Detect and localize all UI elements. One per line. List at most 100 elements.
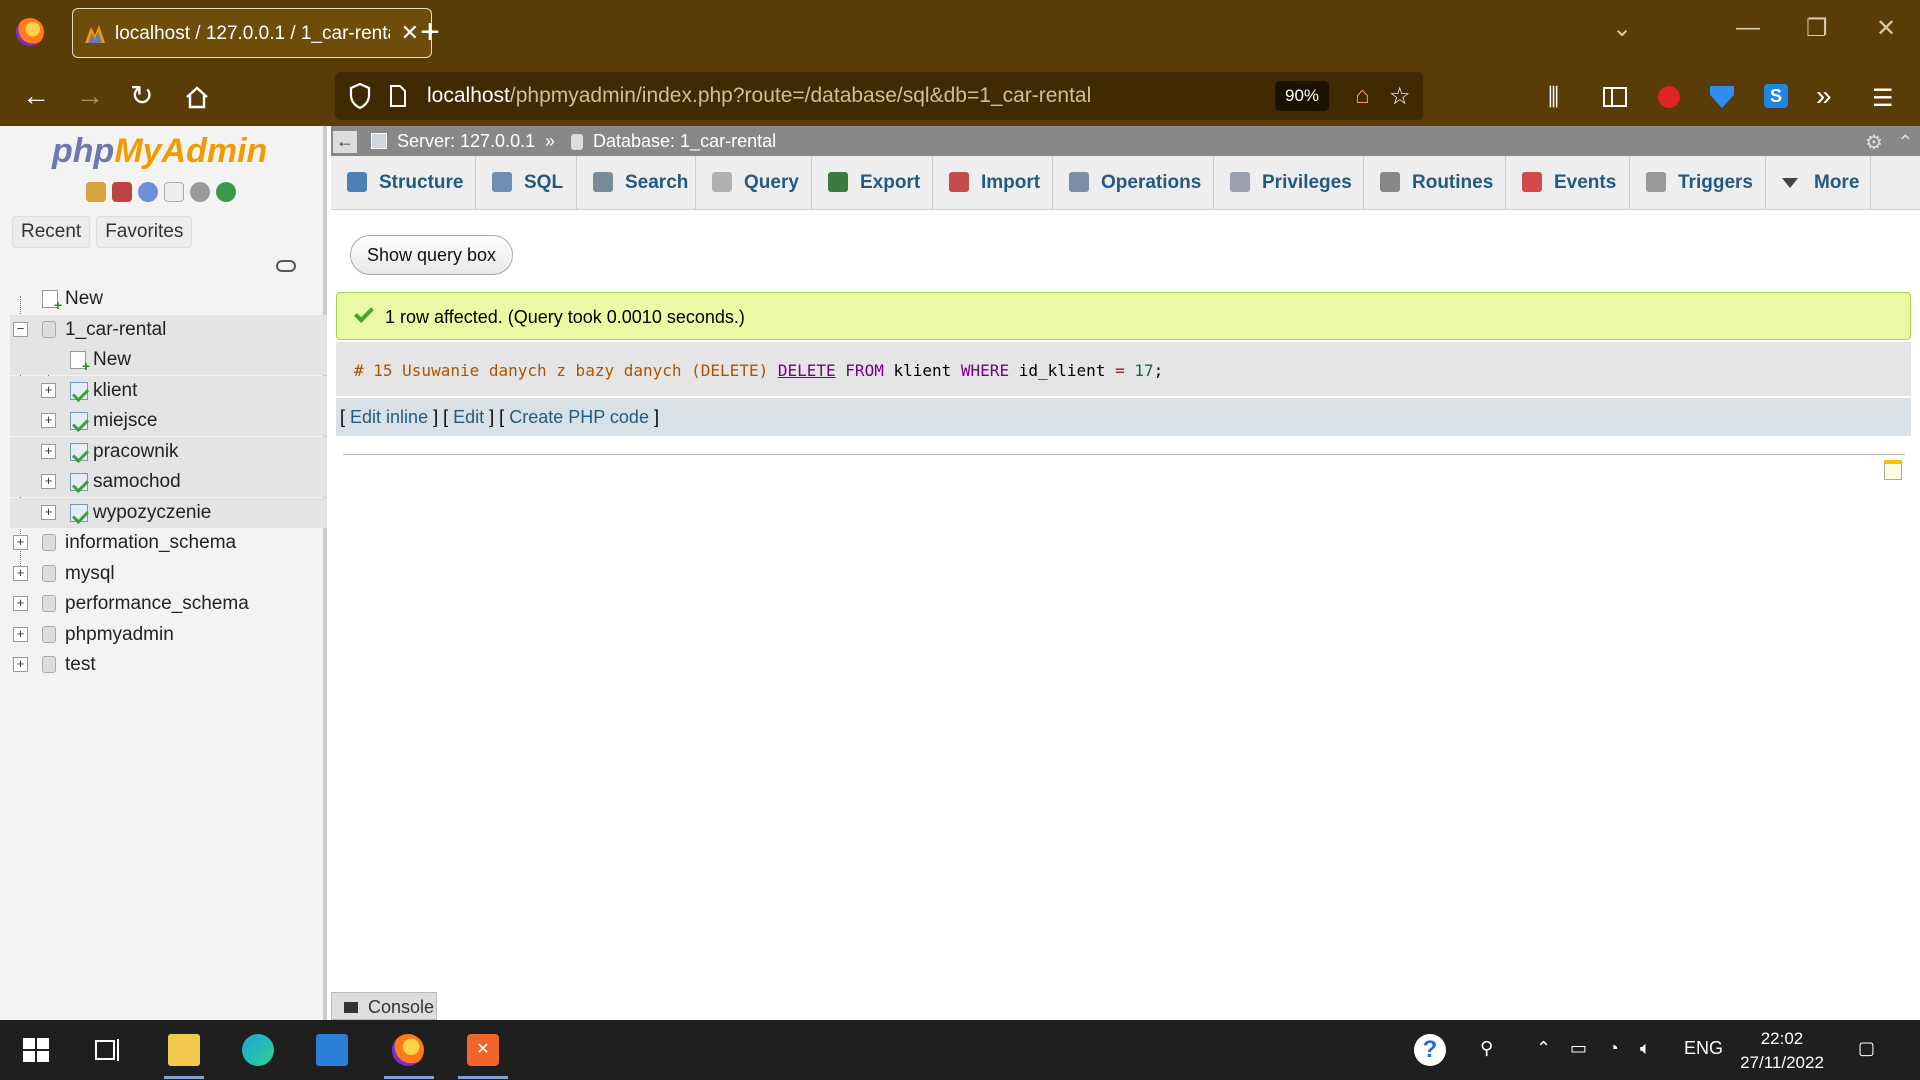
home-icon[interactable] xyxy=(86,182,106,202)
expand-icon[interactable]: + xyxy=(13,657,28,672)
back-icon[interactable]: ← xyxy=(22,80,50,112)
list-tabs-icon[interactable]: ⌄ xyxy=(1612,14,1632,43)
create-php-code-link[interactable]: Create PHP code xyxy=(509,407,649,427)
expand-icon[interactable]: + xyxy=(13,535,28,550)
mail-icon[interactable] xyxy=(316,1034,348,1066)
tab-privileges[interactable]: Privileges xyxy=(1214,156,1364,210)
file-explorer-icon[interactable] xyxy=(168,1034,200,1066)
tree-table-item[interactable]: + samochod xyxy=(10,467,327,497)
edge-icon[interactable] xyxy=(242,1034,274,1066)
expand-icon[interactable]: + xyxy=(41,443,56,459)
expand-icon[interactable]: + xyxy=(13,565,28,581)
minimize-icon[interactable]: — xyxy=(1736,14,1760,42)
tree-database-item[interactable]: + performance_schema xyxy=(10,589,327,619)
clock[interactable]: 22:02 27/11/2022 xyxy=(1736,1027,1828,1075)
sidebar-toggle-icon[interactable] xyxy=(1602,86,1628,108)
notifications-icon[interactable]: ▢ xyxy=(1858,1038,1875,1059)
expand-icon[interactable]: + xyxy=(13,626,28,642)
battery-icon[interactable]: ▭ xyxy=(1570,1038,1587,1059)
expand-icon[interactable]: + xyxy=(41,474,56,489)
link-with-main-icon[interactable] xyxy=(276,260,296,272)
firefox-taskbar-icon[interactable] xyxy=(392,1034,424,1066)
new-tab-icon[interactable]: + xyxy=(420,15,440,49)
tab-events[interactable]: Events xyxy=(1506,156,1630,210)
tab-routines[interactable]: Routines xyxy=(1364,156,1506,210)
help-icon[interactable]: ? xyxy=(1414,1034,1446,1066)
tree-table-item[interactable]: + klient xyxy=(10,375,327,406)
s-extension-icon[interactable]: S xyxy=(1764,84,1788,108)
tree-database-item[interactable]: − 1_car-rental xyxy=(10,314,327,345)
lock-extension-icon[interactable] xyxy=(1658,86,1680,108)
tree-database-item[interactable]: + information_schema xyxy=(10,528,327,558)
page-info-icon[interactable] xyxy=(389,84,407,108)
breadcrumb-database[interactable]: Database: 1_car-rental xyxy=(593,131,776,152)
show-hidden-icons-chevron-icon[interactable]: ⌃ xyxy=(1536,1038,1551,1059)
firefox-icon[interactable] xyxy=(16,18,44,46)
expand-icon[interactable]: + xyxy=(13,596,28,611)
close-window-icon[interactable]: ✕ xyxy=(1876,14,1896,43)
edit-link[interactable]: Edit xyxy=(453,407,484,427)
tree-database-item[interactable]: + mysql xyxy=(10,559,327,589)
breadcrumb-server[interactable]: Server: 127.0.0.1 xyxy=(397,131,535,152)
bookmark-star-icon[interactable]: ☆ xyxy=(1389,82,1411,111)
tab-triggers[interactable]: Triggers xyxy=(1630,156,1766,210)
library-icon[interactable]: ⫼ xyxy=(1548,84,1559,112)
windows-start-icon[interactable] xyxy=(20,1034,52,1066)
close-tab-icon[interactable]: ✕ xyxy=(401,20,419,46)
help-icon[interactable] xyxy=(138,182,158,202)
tab-sql[interactable]: SQL xyxy=(476,156,577,210)
xampp-icon[interactable]: ✕ xyxy=(467,1034,499,1066)
tab-export[interactable]: Export xyxy=(812,156,933,210)
settings-gear-icon[interactable]: ⚙ xyxy=(1865,130,1883,155)
tree-new-item[interactable]: New xyxy=(10,345,327,375)
docs-icon[interactable] xyxy=(164,182,184,202)
bookmark-note-icon[interactable] xyxy=(1884,460,1902,480)
tab-query[interactable]: Query xyxy=(696,156,812,210)
home-icon[interactable] xyxy=(184,84,210,110)
settings-gear-icon[interactable] xyxy=(190,182,210,202)
favorites-button[interactable]: Favorites xyxy=(96,216,193,248)
volume-icon[interactable]: 🔈︎ xyxy=(1640,1038,1651,1059)
collapse-top-icon[interactable]: ⌃ xyxy=(1897,130,1914,155)
wifi-icon[interactable]: ◔ xyxy=(1608,1038,1619,1059)
console-toggle[interactable]: Console xyxy=(331,992,437,1020)
tab-structure[interactable]: Structure xyxy=(331,156,476,210)
tracking-shield-icon[interactable] xyxy=(349,82,371,110)
recent-button[interactable]: Recent xyxy=(12,216,91,248)
logout-icon[interactable] xyxy=(112,182,132,202)
language-indicator[interactable]: ENG xyxy=(1684,1038,1723,1059)
forward-icon[interactable]: → xyxy=(76,80,104,112)
tree-database-item[interactable]: + test xyxy=(10,650,327,680)
url-text[interactable]: localhost/phpmyadmin/index.php?route=/da… xyxy=(427,84,1091,108)
tab-operations[interactable]: Operations xyxy=(1053,156,1214,210)
sql-keyword-delete[interactable]: DELETE xyxy=(778,361,836,380)
phpmyadmin-logo[interactable]: phpMyAdmin xyxy=(52,132,267,171)
tree-table-item[interactable]: + miejsce xyxy=(10,406,327,436)
restore-icon[interactable]: ❐ xyxy=(1806,14,1828,43)
browser-tab[interactable]: localhost / 127.0.0.1 / 1_car-rental ✕ xyxy=(72,8,432,58)
tree-table-item[interactable]: + wypozyczenie xyxy=(10,497,327,528)
reload-nav-icon[interactable] xyxy=(216,182,236,202)
tab-search[interactable]: Search xyxy=(577,156,696,210)
expand-icon[interactable]: + xyxy=(41,413,56,428)
collapse-icon[interactable]: − xyxy=(13,321,28,337)
zoom-level[interactable]: 90% xyxy=(1275,81,1329,111)
tree-database-item[interactable]: + phpmyadmin xyxy=(10,620,327,650)
tree-table-item[interactable]: + pracownik xyxy=(10,436,327,467)
url-bar[interactable]: localhost/phpmyadmin/index.php?route=/da… xyxy=(335,72,1423,120)
tab-more[interactable]: More xyxy=(1766,156,1871,210)
people-icon[interactable]: ⚲ xyxy=(1480,1038,1493,1059)
home-page-icon[interactable]: ⌂ xyxy=(1355,82,1370,110)
edit-inline-link[interactable]: Edit inline xyxy=(350,407,428,427)
sql-query-display[interactable]: # 15 Usuwanie danych z bazy danych (DELE… xyxy=(336,342,1911,396)
app-menu-icon[interactable]: ☰ xyxy=(1872,84,1894,113)
reload-icon[interactable]: ↻ xyxy=(130,80,153,112)
expand-icon[interactable]: + xyxy=(41,382,56,398)
task-view-icon[interactable] xyxy=(92,1034,124,1066)
overflow-menu-icon[interactable]: » xyxy=(1816,80,1832,112)
expand-icon[interactable]: + xyxy=(41,504,56,520)
tree-new-item[interactable]: New xyxy=(10,284,327,314)
collapse-nav-icon[interactable]: ← xyxy=(333,131,357,153)
tab-import[interactable]: Import xyxy=(933,156,1053,210)
show-query-box-button[interactable]: Show query box xyxy=(350,235,513,275)
